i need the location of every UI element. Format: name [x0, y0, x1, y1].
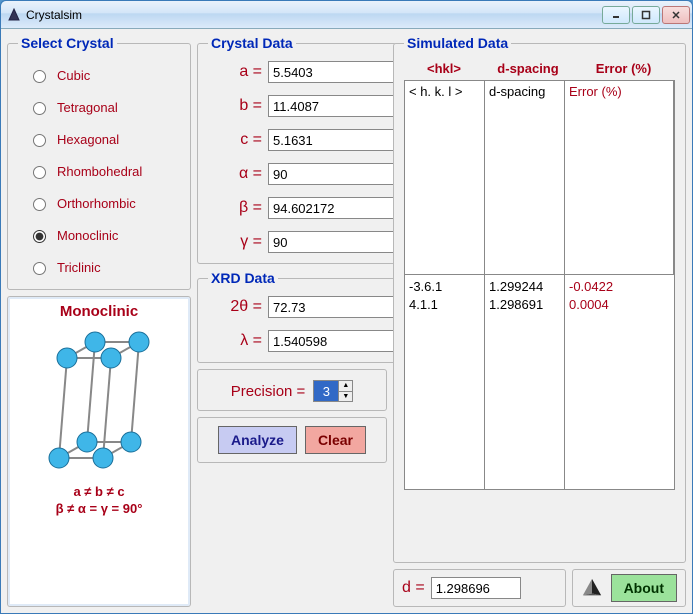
- beta-label: β =: [208, 199, 262, 217]
- crystal-option-monoclinic[interactable]: Monoclinic: [28, 227, 180, 243]
- precision-down[interactable]: ▼: [338, 392, 352, 402]
- cells-d: 1.299244 1.298691: [485, 275, 565, 489]
- crystal-radio-monoclinic[interactable]: [33, 230, 46, 243]
- crystal-radio-hexagonal[interactable]: [33, 134, 46, 147]
- titlebar[interactable]: Crystalsim: [1, 1, 692, 29]
- client-area: Select Crystal Cubic Tetragonal Hexagonal R…: [1, 29, 692, 613]
- cells-err: -0.0422 0.0004: [565, 275, 674, 489]
- about-group: About: [572, 569, 686, 607]
- minimize-button[interactable]: [602, 6, 630, 24]
- precision-up[interactable]: ▲: [338, 381, 352, 392]
- structure-formula: a ≠ b ≠ c β ≠ α = γ = 90°: [56, 484, 143, 518]
- structure-preview: Monoclinic a ≠ b ≠ c: [7, 296, 191, 607]
- crystal-option-hexagonal[interactable]: Hexagonal: [28, 131, 180, 147]
- precision-spinner[interactable]: ▲ ▼: [313, 380, 353, 402]
- d-output[interactable]: [431, 577, 521, 599]
- simulated-data-group: Simulated Data <hkl> d-spacing Error (%)…: [393, 35, 686, 563]
- analyze-button[interactable]: Analyze: [218, 426, 297, 454]
- window-title: Crystalsim: [26, 8, 602, 22]
- crystal-label: Orthorhombic: [57, 196, 136, 211]
- precision-group: Precision = ▲ ▼: [197, 369, 387, 411]
- maximize-button[interactable]: [632, 6, 660, 24]
- head-err: Error (%): [572, 61, 675, 76]
- app-window: Crystalsim Select Crystal Cubic Tetragona…: [0, 0, 693, 614]
- col-hkl: < h. k. l >: [405, 81, 485, 275]
- lattice-diagram: [39, 322, 159, 482]
- precision-input[interactable]: [314, 381, 338, 401]
- c-label: c =: [208, 131, 262, 149]
- select-crystal-legend: Select Crystal: [18, 35, 117, 51]
- crystal-radio-list: Cubic Tetragonal Hexagonal Rhombohedral Orth…: [18, 61, 180, 281]
- b-label: b =: [208, 97, 262, 115]
- simulated-table: < h. k. l > d-spacing Error (%) -3.6.1 4…: [404, 80, 675, 490]
- pyramid-icon: [581, 577, 603, 599]
- crystal-option-cubic[interactable]: Cubic: [28, 67, 180, 83]
- head-d: d-spacing: [488, 61, 568, 76]
- cells-hkl: -3.6.1 4.1.1: [405, 275, 485, 489]
- alpha-label: α =: [208, 165, 262, 183]
- xrd-data-legend: XRD Data: [208, 270, 278, 286]
- crystal-radio-rhombohedral[interactable]: [33, 166, 46, 179]
- head-hkl: <hkl>: [404, 61, 484, 76]
- structure-title: Monoclinic: [60, 303, 138, 320]
- crystal-label: Rhombohedral: [57, 164, 142, 179]
- crystal-label: Tetragonal: [57, 100, 118, 115]
- app-icon: [7, 8, 21, 22]
- a-label: a =: [208, 63, 262, 81]
- crystal-radio-triclinic[interactable]: [33, 262, 46, 275]
- close-button[interactable]: [662, 6, 690, 24]
- gamma-label: γ =: [208, 233, 262, 251]
- d-label: d =: [402, 579, 425, 597]
- crystal-option-tetragonal[interactable]: Tetragonal: [28, 99, 180, 115]
- crystal-radio-cubic[interactable]: [33, 70, 46, 83]
- crystal-label: Monoclinic: [57, 228, 118, 243]
- crystal-radio-orthorhombic[interactable]: [33, 198, 46, 211]
- col-d: d-spacing: [485, 81, 565, 275]
- simulated-header: <hkl> d-spacing Error (%): [404, 61, 675, 76]
- crystal-option-triclinic[interactable]: Triclinic: [28, 259, 180, 275]
- clear-button[interactable]: Clear: [305, 426, 366, 454]
- two-theta-label: 2θ =: [208, 298, 262, 316]
- select-crystal-group: Select Crystal Cubic Tetragonal Hexagonal R…: [7, 35, 191, 290]
- lambda-label: λ =: [208, 332, 262, 350]
- crystal-label: Triclinic: [57, 260, 101, 275]
- about-button[interactable]: About: [611, 574, 677, 602]
- precision-label: Precision =: [231, 383, 306, 400]
- crystal-radio-tetragonal[interactable]: [33, 102, 46, 115]
- crystal-label: Cubic: [57, 68, 90, 83]
- crystal-data-legend: Crystal Data: [208, 35, 296, 51]
- action-buttons-group: Analyze Clear: [197, 417, 387, 463]
- col-err: Error (%): [565, 81, 674, 275]
- simulated-data-legend: Simulated Data: [404, 35, 511, 51]
- crystal-label: Hexagonal: [57, 132, 119, 147]
- d-output-group: d =: [393, 569, 566, 607]
- crystal-option-orthorhombic[interactable]: Orthorhombic: [28, 195, 180, 211]
- crystal-option-rhombohedral[interactable]: Rhombohedral: [28, 163, 180, 179]
